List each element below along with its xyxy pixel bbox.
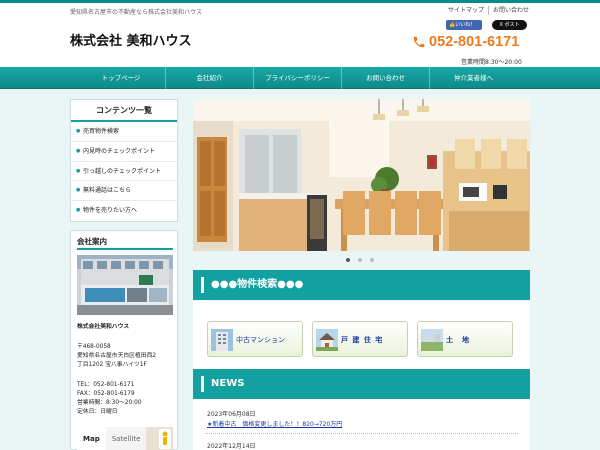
menu-item-label: 売買物件検索	[83, 128, 120, 135]
menu-item-sell-property[interactable]: ● 物件を売りたい方へ	[71, 201, 177, 221]
news-item-link[interactable]: ★新着中古 価格変更しました！！820→720万円	[207, 419, 342, 428]
bullet-icon: ●	[76, 128, 81, 134]
carousel-dot-1[interactable]	[346, 258, 350, 262]
search-used-condo-button[interactable]: 中古マンション	[207, 321, 303, 357]
menu-item-property-search[interactable]: ● 売買物件検索	[71, 122, 177, 142]
main-content: ●●●物件検索●●● 中古マンション 戸 建 住 宅 土 地 NEWS 2023…	[193, 99, 530, 450]
nav-privacy[interactable]: プライバシーポリシー	[253, 67, 341, 89]
banner-accent	[201, 376, 204, 392]
property-search-title: ●●●物件検索●●●	[211, 279, 304, 290]
menu-item-label: 内見時のチェックポイント	[83, 147, 156, 155]
menu-item-free-call[interactable]: ● 無料通話はこちら	[71, 181, 177, 202]
social-buttons: 👍いいね！ X ポスト	[446, 20, 527, 30]
company-fax: FAX：052-801-6179	[77, 391, 135, 397]
business-hours: 営業時間8:30～20:00	[461, 59, 522, 66]
contents-menu: コンテンツ一覧 ● 売買物件検索 ● 内見時のチェックポイント ● 引っ越しのチェック…	[70, 99, 178, 222]
news-list: 2023年06月08日 ★新着中古 価格変更しました！！820→720万円 20…	[193, 399, 530, 450]
news-title: NEWS	[211, 378, 245, 389]
fb-like-label: いいね！	[455, 22, 476, 28]
site-header: 愛知県名古屋市の不動産なら株式会社美和ハウス 株式会社 美和ハウス サイトマップ…	[0, 3, 600, 67]
sitemap-link[interactable]: サイトマップ	[444, 6, 488, 15]
phone-contact[interactable]: 052-801-6171	[412, 34, 519, 50]
company-logo-title[interactable]: 株式会社 美和ハウス	[70, 30, 192, 49]
embedded-map[interactable]: Map Satellite	[77, 427, 173, 450]
search-detached-house-label: 戸 建 住 宅	[341, 336, 384, 344]
storefront-photo	[77, 255, 173, 315]
search-land-label: 土 地	[446, 336, 470, 344]
satellite-view-tab[interactable]: Satellite	[105, 427, 147, 450]
carousel-dot-2[interactable]	[358, 258, 362, 262]
menu-item-moving-checkpoints[interactable]: ● 引っ越しのチェックポイント	[71, 162, 177, 182]
nav-top-page[interactable]: トップページ	[77, 67, 165, 89]
company-info-box: 会社案内 株式会社美和ハウス 〒468-0058 愛知県名古屋市天白区植田西2 …	[70, 230, 178, 450]
condo-building-icon	[211, 329, 233, 351]
menu-item-viewing-checkpoints[interactable]: ● 内見時のチェックポイント	[71, 142, 177, 162]
nav-brokers[interactable]: 仲介業者様へ	[429, 67, 517, 89]
company-holiday: 定休日：日曜日	[77, 409, 118, 415]
search-detached-house-button[interactable]: 戸 建 住 宅	[312, 321, 408, 357]
contact-link[interactable]: お問い合わせ	[488, 6, 533, 15]
menu-item-label: 引っ越しのチェックポイント	[83, 167, 162, 175]
carousel-dot-3[interactable]	[370, 258, 374, 262]
postal-code: 〒468-0058	[77, 344, 111, 350]
pegman-icon[interactable]	[159, 429, 171, 449]
banner-accent	[201, 277, 204, 293]
carousel-pagination	[346, 258, 374, 262]
bullet-icon: ●	[76, 147, 81, 154]
news-banner: NEWS	[193, 369, 530, 399]
nav-contact[interactable]: お問い合わせ	[341, 67, 429, 89]
property-search-area: 中古マンション 戸 建 住 宅 土 地	[193, 301, 530, 369]
hero-carousel-image[interactable]	[193, 99, 530, 251]
phone-number: 052-801-6171	[429, 34, 520, 50]
heading-underline	[77, 248, 173, 250]
site-tagline: 愛知県名古屋市の不動産なら株式会社美和ハウス	[70, 9, 203, 16]
land-icon	[421, 329, 443, 351]
nav-company[interactable]: 会社紹介	[165, 67, 253, 89]
company-tel: TEL：052-801-6171	[77, 382, 135, 388]
bullet-icon: ●	[76, 207, 81, 214]
search-land-button[interactable]: 土 地	[417, 321, 513, 357]
bullet-icon: ●	[76, 187, 81, 194]
contents-menu-title: コンテンツ一覧	[71, 100, 177, 122]
x-post-button[interactable]: X ポスト	[492, 20, 527, 30]
facebook-like-button[interactable]: 👍いいね！	[446, 20, 482, 30]
menu-item-label: 物件を売りたい方へ	[83, 207, 138, 215]
search-used-condo-label: 中古マンション	[236, 336, 285, 344]
news-date: 2023年06月08日	[207, 411, 256, 418]
company-info-heading: 会社案内	[77, 237, 107, 246]
phone-icon	[413, 36, 425, 48]
menu-item-label: 無料通話はこちら	[83, 187, 132, 195]
company-hours: 営業時間：8:30～20:00	[77, 400, 142, 406]
bullet-icon: ●	[76, 167, 81, 174]
utility-links: サイトマップ お問い合わせ	[444, 6, 533, 15]
news-date: 2022年12月14日	[207, 443, 256, 450]
global-nav: トップページ 会社紹介 プライバシーポリシー お問い合わせ 仲介業者様へ	[0, 67, 600, 89]
news-divider	[205, 433, 518, 434]
address-line-1: 愛知県名古屋市天白区植田西2	[77, 353, 157, 359]
address-line-2: 丁目1202 宝八事ハイツ1F	[77, 362, 147, 368]
x-post-label: ポスト	[504, 22, 520, 28]
map-view-tab[interactable]: Map	[77, 427, 106, 450]
company-name: 株式会社美和ハウス	[77, 324, 130, 330]
property-search-banner: ●●●物件検索●●●	[193, 270, 530, 300]
house-icon	[316, 329, 338, 351]
